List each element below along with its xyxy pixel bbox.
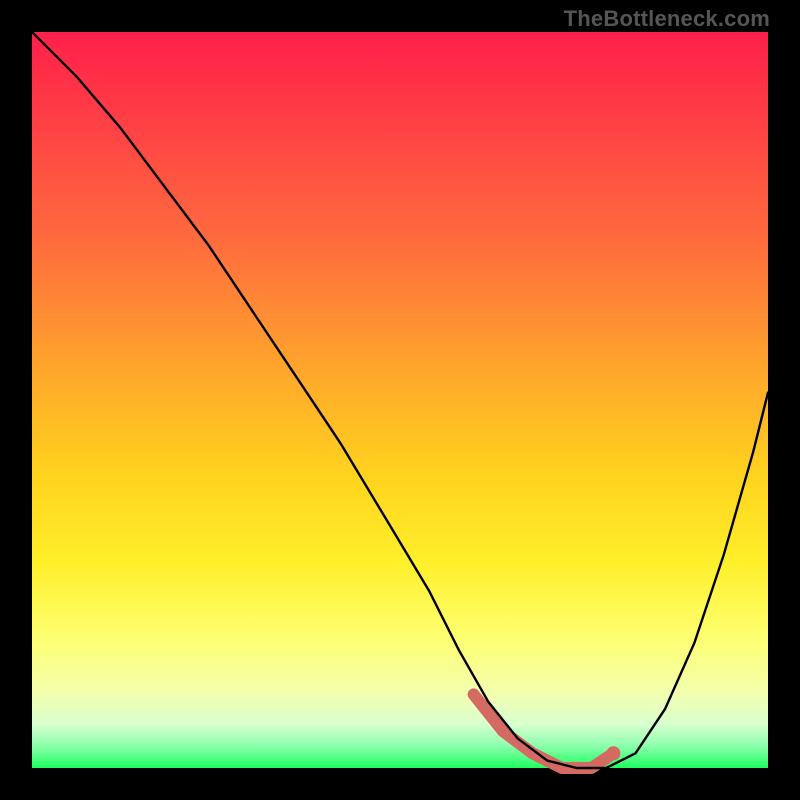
plot-area [32, 32, 768, 768]
watermark-text: TheBottleneck.com [564, 6, 770, 32]
chart-svg [32, 32, 768, 768]
chart-frame: TheBottleneck.com [0, 0, 800, 800]
bottleneck-curve [32, 32, 768, 768]
optimal-end-dot [606, 746, 620, 760]
